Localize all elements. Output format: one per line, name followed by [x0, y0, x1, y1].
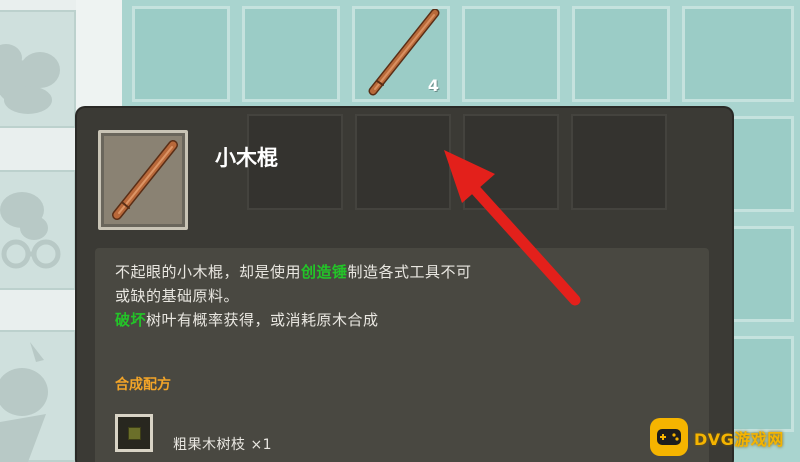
- gamepad-icon: [650, 418, 688, 456]
- inventory-slot[interactable]: [132, 6, 230, 102]
- branch-block-icon: [128, 427, 141, 440]
- description-text: 制造各式工具不可: [347, 263, 472, 281]
- item-count: 4: [427, 76, 439, 95]
- inventory-slot[interactable]: [242, 6, 340, 102]
- site-watermark: DVG游戏网: [648, 414, 800, 462]
- inventory-slot[interactable]: [462, 6, 560, 102]
- inventory-slot-wooden-stick[interactable]: 4: [352, 6, 450, 102]
- description-line-1: 不起眼的小木棍，却是使用创造锤制造各式工具不可: [115, 260, 695, 284]
- creature-silhouette-icon: [0, 342, 48, 462]
- description-line-3: 破坏树叶有概率获得，或消耗原木合成: [115, 308, 695, 332]
- category-tab-2[interactable]: [0, 170, 76, 290]
- item-tooltip: 小木棍 不起眼的小木棍，却是使用创造锤制造各式工具不可 或缺的基础原料。 破坏树…: [77, 108, 732, 462]
- recipe-title: 合成配方: [115, 377, 171, 393]
- ingredient-label: 粗果木树枝 ×1: [173, 437, 273, 453]
- tooltip-grid-cell: [355, 114, 451, 210]
- tooltip-grid-cell: [463, 114, 559, 210]
- description-line-2: 或缺的基础原料。: [115, 287, 240, 305]
- description-text: 树叶有概率获得，或消耗原木合成: [146, 311, 379, 329]
- inventory-slot[interactable]: [682, 6, 794, 102]
- recipe-ingredient: 粗果木树枝 ×1: [115, 414, 415, 454]
- tooltip-grid-cell: [571, 114, 667, 210]
- category-tab-3[interactable]: [0, 330, 76, 462]
- highlight-destroy: 破坏: [115, 311, 147, 329]
- wooden-stick-icon: [112, 140, 178, 220]
- tooltip-item-frame: [98, 130, 188, 230]
- highlight-creation-hammer: 创造锤: [301, 263, 348, 281]
- watermark-text: DVG游戏网: [694, 430, 784, 449]
- goggles-creature-icon: [0, 192, 61, 269]
- ingredient-slot[interactable]: [115, 414, 153, 452]
- item-name: 小木棍: [215, 146, 278, 170]
- cloud-creature-icon: [0, 44, 60, 114]
- item-description: 不起眼的小木棍，却是使用创造锤制造各式工具不可 或缺的基础原料。 破坏树叶有概率…: [115, 260, 695, 332]
- description-text: 不起眼的小木棍，却是使用: [115, 263, 302, 281]
- inventory-slot[interactable]: [572, 6, 670, 102]
- category-tab-1[interactable]: [0, 10, 76, 128]
